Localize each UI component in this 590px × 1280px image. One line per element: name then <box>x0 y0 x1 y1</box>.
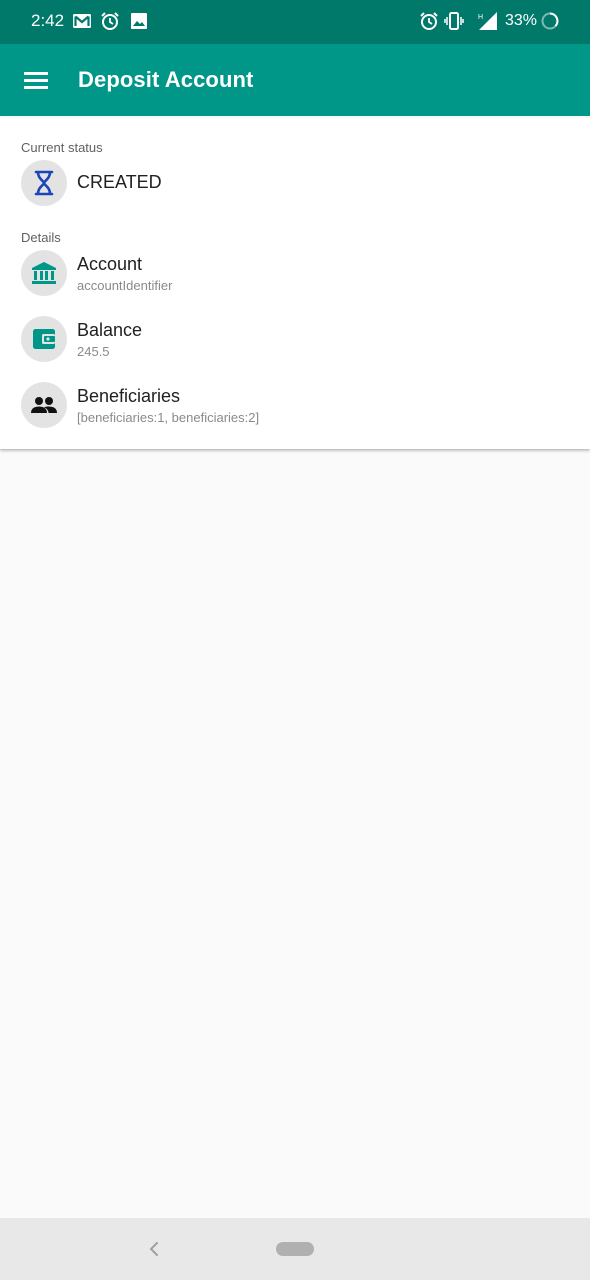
status-section-label: Current status <box>21 140 103 155</box>
status-bar: 2:42 H 33% <box>0 0 590 44</box>
back-button[interactable] <box>146 1238 162 1260</box>
detail-row-beneficiaries[interactable]: Beneficiaries [beneficiaries:1, benefici… <box>0 382 590 438</box>
hourglass-icon <box>34 170 54 196</box>
wallet-icon <box>33 329 55 349</box>
account-title: Account <box>77 254 143 274</box>
chevron-left-icon <box>149 1242 158 1256</box>
balance-title: Balance <box>77 320 143 340</box>
home-pill-button[interactable] <box>276 1242 314 1256</box>
vibrate-icon <box>444 11 464 31</box>
status-value: CREATED <box>77 172 162 192</box>
account-card: Current status CREATED Details Account a… <box>0 118 590 449</box>
status-row: CREATED <box>0 160 590 216</box>
battery-percent: 33% <box>505 12 538 29</box>
app-bar: Deposit Account <box>0 44 590 116</box>
details-section-label: Details <box>21 230 61 245</box>
people-icon <box>31 397 57 413</box>
signal-icon: H <box>472 11 497 31</box>
beneficiaries-title: Beneficiaries <box>77 386 181 406</box>
svg-text:H: H <box>478 14 483 21</box>
bank-icon <box>32 262 56 284</box>
battery-icon <box>540 11 560 31</box>
image-icon <box>129 11 149 31</box>
status-time: 2:42 <box>31 11 65 30</box>
alarm-icon <box>419 11 439 31</box>
account-value: accountIdentifier <box>77 278 173 293</box>
page-title: Deposit Account <box>78 67 254 92</box>
alarm-icon <box>100 11 120 31</box>
beneficiaries-avatar <box>21 382 67 428</box>
balance-value: 245.5 <box>77 344 110 359</box>
status-avatar <box>21 160 67 206</box>
detail-row-account[interactable]: Account accountIdentifier <box>0 250 590 306</box>
detail-row-balance[interactable]: Balance 245.5 <box>0 316 590 372</box>
menu-button[interactable] <box>18 62 54 98</box>
menu-icon <box>24 72 48 89</box>
gmail-icon <box>72 11 92 31</box>
account-avatar <box>21 250 67 296</box>
beneficiaries-value: [beneficiaries:1, beneficiaries:2] <box>77 410 260 425</box>
balance-avatar <box>21 316 67 362</box>
